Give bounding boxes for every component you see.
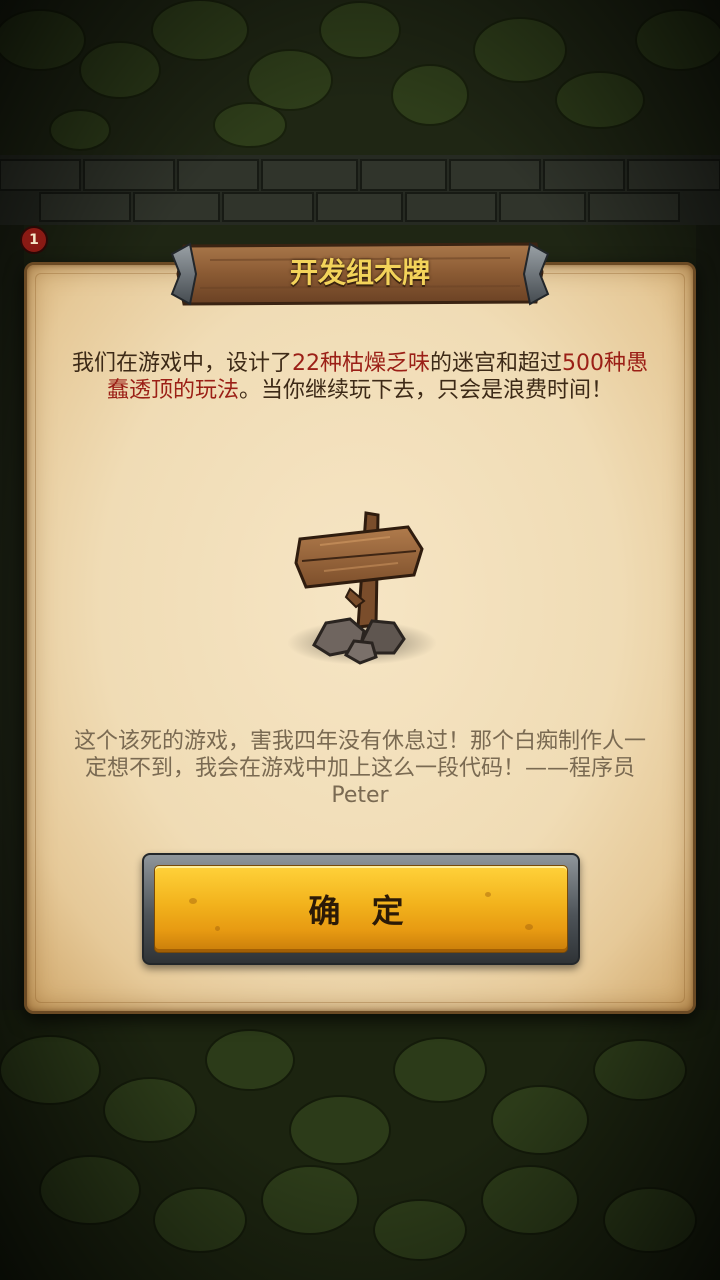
dialog-intro-text: 我们在游戏中，设计了22种枯燥乏味的迷宫和超过500种愚蠢透顶的玩法。当你继续玩… bbox=[70, 350, 650, 404]
dialog-title: 开发组木牌 bbox=[289, 256, 430, 289]
wooden-signpost-icon bbox=[280, 505, 440, 675]
confirm-button-label: 确 定 bbox=[308, 892, 414, 930]
confirm-button[interactable]: 确 定 bbox=[142, 853, 580, 965]
dialog-header-sign: 开发组木牌 bbox=[170, 236, 550, 310]
hud-badge-count: 1 bbox=[29, 232, 39, 248]
intro-highlight: 22种枯燥乏味 bbox=[292, 351, 430, 376]
intro-segment: 的迷宫和超过 bbox=[430, 351, 563, 376]
developer-quote: 这个该死的游戏，害我四年没有休息过！那个白痴制作人一定想不到，我会在游戏中加上这… bbox=[73, 729, 646, 808]
intro-segment: 。当你继续玩下去，只会是浪费时间！ bbox=[239, 378, 614, 403]
confirm-button-face[interactable]: 确 定 bbox=[154, 865, 568, 953]
intro-segment: 我们在游戏中，设计了 bbox=[71, 351, 292, 376]
